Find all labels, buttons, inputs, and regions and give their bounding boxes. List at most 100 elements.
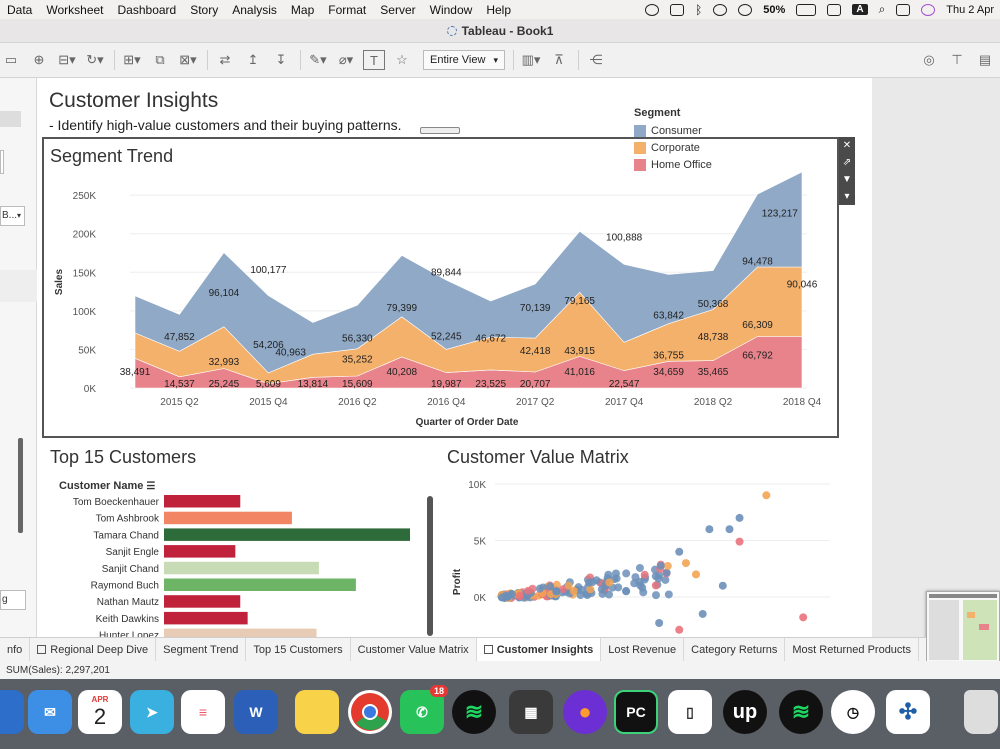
x-tick-label: 2018 Q2	[694, 397, 733, 408]
clear-sheet-icon[interactable]: ⊠▾	[177, 50, 199, 70]
reminders-app-icon[interactable]: ≡	[181, 690, 225, 734]
spotify-app-icon[interactable]: ≋	[452, 690, 496, 734]
new-datasource-icon[interactable]: ⊕	[28, 50, 50, 70]
clock-app-icon[interactable]: ◷	[831, 690, 875, 734]
presentation-mode-icon[interactable]: ⊼	[548, 50, 570, 70]
upwork-status-icon[interactable]	[645, 3, 660, 16]
search-icon[interactable]: ⌕	[879, 2, 886, 17]
go-to-sheet-icon[interactable]: ⇗	[843, 154, 851, 171]
battery-icon[interactable]	[796, 3, 817, 16]
sheet-tab[interactable]: Category Returns	[684, 638, 786, 661]
scatter-point	[605, 590, 614, 599]
siri-icon[interactable]	[921, 3, 936, 16]
customer-name-label: Sanjit Engle	[106, 547, 160, 558]
sort-descending-icon[interactable]: ↧	[270, 50, 292, 70]
upwork-app-icon[interactable]: up	[723, 690, 767, 734]
show-mark-labels-icon[interactable]: T	[363, 50, 385, 70]
filter-icon[interactable]: ▼	[842, 171, 852, 188]
menu-window[interactable]: Window	[423, 3, 480, 17]
menu-story[interactable]: Story	[183, 3, 225, 17]
drag-handle[interactable]	[420, 127, 460, 134]
highlight-icon[interactable]: ✎▾	[307, 50, 329, 70]
close-icon[interactable]: ✕	[843, 137, 851, 154]
sheet-tab[interactable]: Lost Revenue	[601, 638, 685, 661]
sheet-tab[interactable]: nfo	[0, 638, 31, 661]
sheet-tab[interactable]: Most Returned Products	[785, 638, 919, 661]
menu-help[interactable]: Help	[479, 3, 518, 17]
customer-name-label: Tom Ashbrook	[96, 514, 160, 525]
calendar-app-icon[interactable]: APR 2	[78, 690, 122, 734]
sheet-tab-label: Lost Revenue	[608, 643, 677, 656]
spotify-app-icon-2[interactable]: ≋	[779, 690, 823, 734]
calculator-app-icon[interactable]: ▦	[509, 690, 553, 734]
play-icon[interactable]	[738, 3, 753, 16]
refresh-icon[interactable]: ↻▾	[84, 50, 106, 70]
scatter-point	[663, 561, 672, 570]
menu-server[interactable]: Server	[373, 3, 422, 17]
data-label: 123,217	[762, 209, 799, 220]
chrome-app-icon[interactable]	[348, 690, 392, 734]
swap-axes-icon[interactable]: ⇄	[214, 50, 236, 70]
new-worksheet-icon[interactable]: ⊞▾	[121, 50, 143, 70]
sheet-tab[interactable]: Top 15 Customers	[246, 638, 351, 661]
top-customers-scrollbar[interactable]	[427, 496, 433, 636]
fit-view-select[interactable]: Entire View ▾	[423, 50, 505, 70]
screen-mirror-icon[interactable]	[827, 3, 842, 16]
left-pane-field[interactable]	[0, 111, 21, 127]
menu-data[interactable]: Data	[0, 3, 39, 17]
sheet-tab[interactable]: Segment Trend	[156, 638, 247, 661]
more-options-icon[interactable]: ▾	[844, 188, 849, 205]
sheet-tab-label: Customer Insights	[496, 643, 594, 656]
firefox-app-icon[interactable]: ●	[563, 690, 607, 734]
whatsapp-app-icon[interactable]: ✆ 18	[400, 685, 448, 734]
menu-dashboard[interactable]: Dashboard	[111, 3, 184, 17]
smart-icon[interactable]: ◎	[918, 50, 940, 70]
bluetooth-icon[interactable]: ᛒ	[695, 3, 702, 17]
trash-app-icon[interactable]	[964, 690, 998, 734]
top-customers-chart: Tom Boeckenhauer Tom Ashbrook Tamara Chand…	[73, 495, 410, 637]
menu-worksheet[interactable]: Worksheet	[39, 3, 110, 17]
share-icon[interactable]: ⋲	[585, 50, 607, 70]
simulator-app-icon[interactable]: ▯	[668, 690, 712, 734]
vpn-icon[interactable]	[713, 3, 728, 16]
show-me-icon[interactable]: ▤	[974, 50, 996, 70]
show-cards-icon[interactable]: ▥▾	[520, 50, 542, 70]
sheet-tab[interactable]: The Cost	[919, 638, 926, 661]
datasource-dropdown-icon[interactable]: ⊟▾	[56, 50, 78, 70]
sort-ascending-icon[interactable]: ↥	[242, 50, 264, 70]
sheet-tab-label: Segment Trend	[163, 643, 239, 656]
display-icon[interactable]	[670, 3, 685, 16]
duplicate-sheet-icon[interactable]: ⧉	[149, 50, 171, 70]
sheet-tab[interactable]: Regional Deep Dive	[30, 638, 157, 661]
scatter-point	[508, 590, 517, 599]
dashboard-subtitle: - Identify high-value customers and thei…	[49, 117, 402, 133]
menu-map[interactable]: Map	[284, 3, 321, 17]
tableau-app-icon[interactable]: ✣	[886, 690, 930, 734]
group-members-icon[interactable]: ⌀▾	[335, 50, 357, 70]
menubar-clock[interactable]: Thu 2 Apr	[946, 4, 994, 16]
maps-app-icon[interactable]: ➤	[130, 690, 174, 734]
sheet-tab[interactable]: Customer Value Matrix	[351, 638, 477, 661]
left-pane-filter-box[interactable]: g	[0, 590, 26, 610]
fix-axes-icon[interactable]: ☆	[391, 50, 413, 70]
menu-analysis[interactable]: Analysis	[225, 3, 284, 17]
mail-app-icon[interactable]: ✉	[28, 690, 72, 734]
pycharm-app-icon[interactable]: PC	[614, 690, 658, 734]
left-pane-input[interactable]	[0, 150, 4, 174]
scatter-point	[524, 586, 533, 595]
data-label: 42,418	[520, 346, 551, 357]
menu-format[interactable]: Format	[321, 3, 373, 17]
left-pane-dropdown[interactable]: B...▾	[0, 206, 25, 226]
data-label: 47,852	[164, 332, 195, 343]
paint-icon[interactable]: ⊤	[946, 50, 968, 70]
customer-bar	[164, 611, 248, 625]
input-source-indicator[interactable]: A	[852, 4, 868, 15]
screenshot-thumbnail-preview[interactable]	[926, 591, 1000, 669]
left-pane-scrollbar[interactable]	[18, 438, 23, 533]
notes-app-icon[interactable]	[295, 690, 339, 734]
sheet-tab[interactable]: Customer Insights	[476, 638, 602, 661]
word-app-icon[interactable]: W	[234, 690, 278, 734]
control-center-icon[interactable]	[896, 3, 911, 16]
save-icon[interactable]: ▭	[0, 50, 22, 70]
dock-app-partial[interactable]	[0, 690, 24, 734]
